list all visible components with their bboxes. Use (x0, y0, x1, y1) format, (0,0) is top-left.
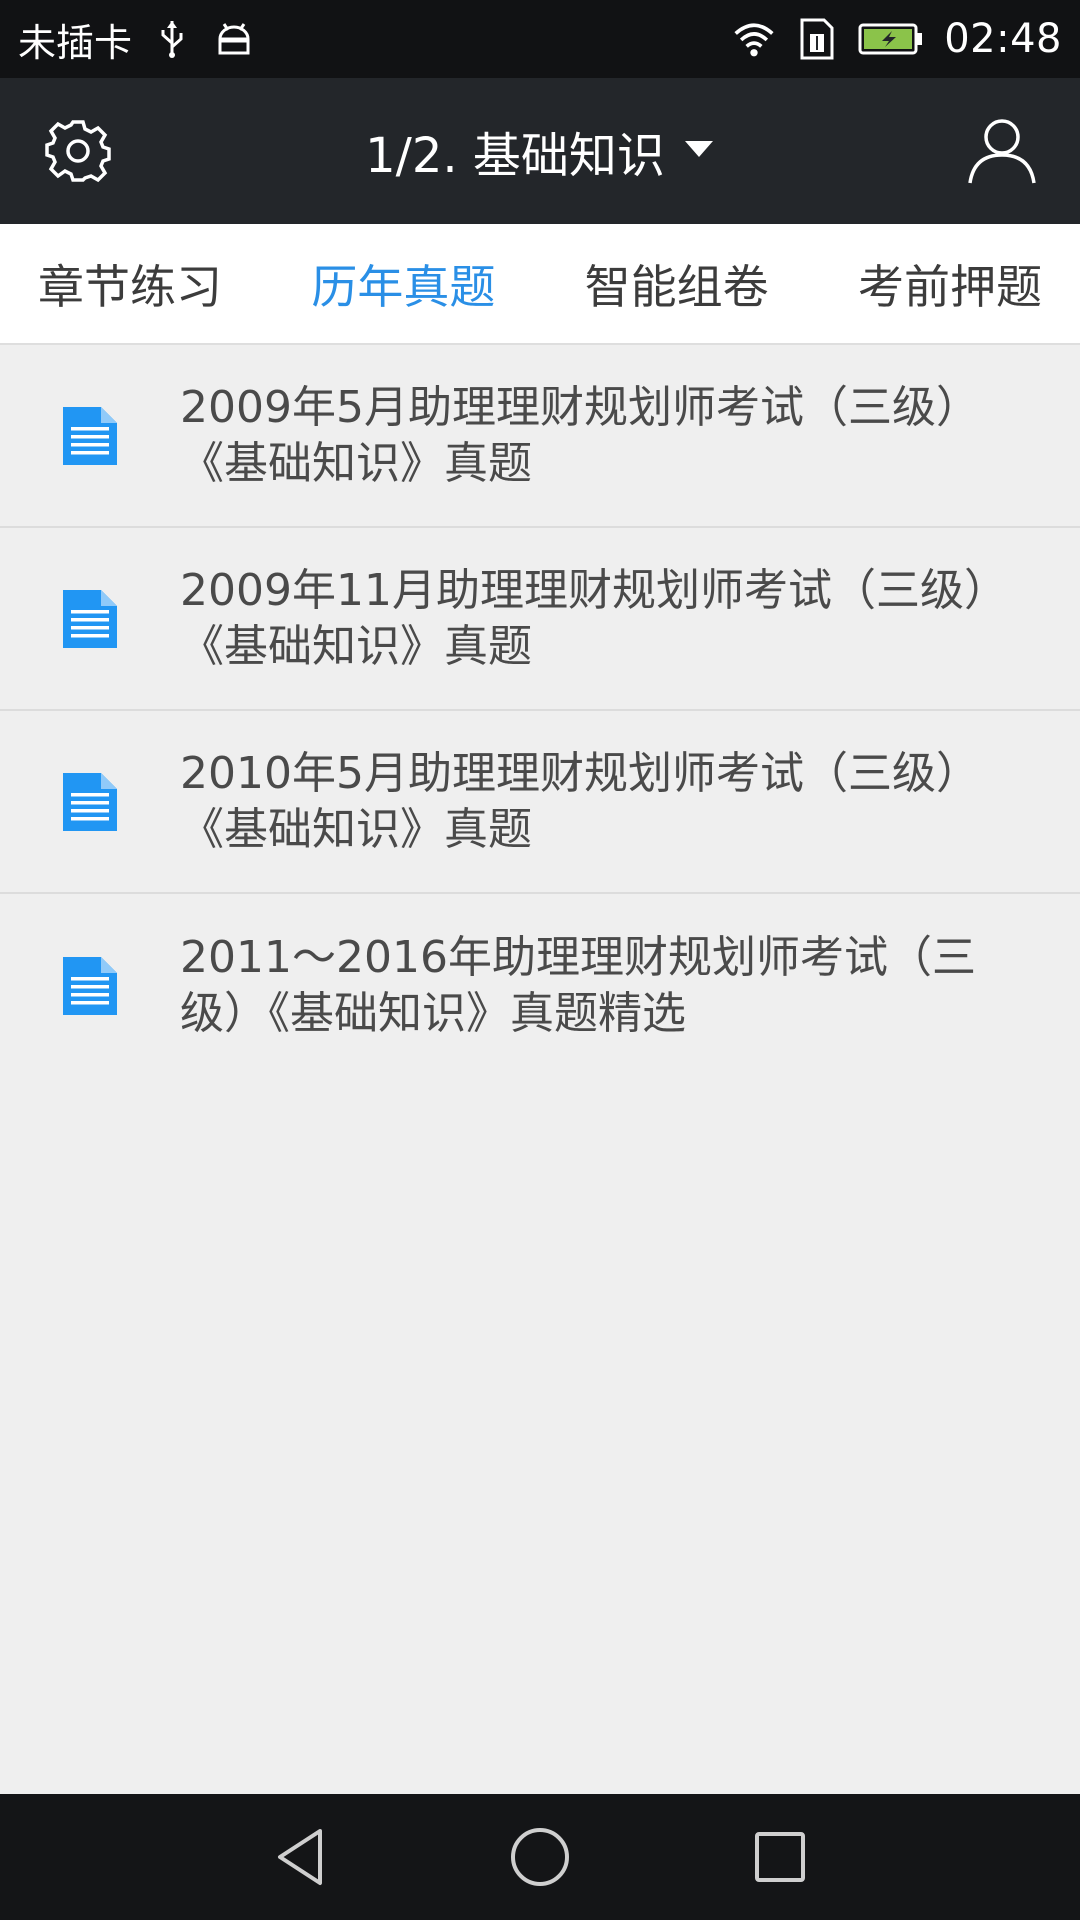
list-item[interactable]: 2009年11月助理理财规划师考试（三级）《基础知识》真题 (0, 528, 1080, 711)
status-right: 02:48 (732, 16, 1062, 62)
subject-selector[interactable]: 1/2. 基础知识 (365, 116, 715, 186)
page-title: 1/2. 基础知识 (365, 128, 665, 184)
home-icon[interactable] (495, 1812, 585, 1902)
tab-past-exams[interactable]: 历年真题 (311, 251, 495, 317)
document-icon (0, 894, 180, 1077)
settings-gear-icon[interactable] (42, 115, 114, 187)
list-item-title: 2010年5月助理理财规划师考试（三级）《基础知识》真题 (180, 747, 980, 855)
wifi-icon (732, 17, 776, 61)
list-item-title: 2009年5月助理理财规划师考试（三级）《基础知识》真题 (180, 381, 980, 489)
sim-icon (794, 17, 838, 61)
usb-icon (150, 17, 194, 61)
document-icon (0, 345, 180, 526)
status-left: 未插卡 (18, 12, 256, 67)
exam-list: 2009年5月助理理财规划师考试（三级）《基础知识》真题 2009年11月助理理… (0, 345, 1080, 1077)
list-item[interactable]: 2010年5月助理理财规划师考试（三级）《基础知识》真题 (0, 711, 1080, 894)
list-item-title: 2009年11月助理理财规划师考试（三级）《基础知识》真题 (180, 564, 1008, 672)
app-bar: 1/2. 基础知识 (0, 78, 1080, 224)
tab-bar: 章节练习 历年真题 智能组卷 考前押题 (0, 224, 1080, 345)
clock: 02:48 (944, 16, 1062, 62)
list-item[interactable]: 2009年5月助理理财规划师考试（三级）《基础知识》真题 (0, 345, 1080, 528)
recents-icon[interactable] (735, 1812, 825, 1902)
tab-smart-paper[interactable]: 智能组卷 (585, 251, 769, 317)
battery-charging-icon (856, 17, 926, 61)
list-item[interactable]: 2011～2016年助理理财规划师考试（三级）《基础知识》真题精选 (0, 894, 1080, 1077)
user-profile-icon[interactable] (966, 115, 1038, 187)
back-icon[interactable] (255, 1812, 345, 1902)
document-icon (0, 528, 180, 709)
status-bar: 未插卡 02:48 (0, 0, 1080, 78)
document-icon (0, 711, 180, 892)
tab-pre-exam-predictions[interactable]: 考前押题 (858, 251, 1042, 317)
android-debug-icon (212, 17, 256, 61)
caret-down-icon (683, 139, 715, 163)
list-item-title: 2011～2016年助理理财规划师考试（三级）《基础知识》真题精选 (180, 931, 976, 1039)
system-nav-bar (0, 1794, 1080, 1920)
tab-chapter-practice[interactable]: 章节练习 (38, 251, 222, 317)
carrier-label: 未插卡 (18, 20, 133, 65)
